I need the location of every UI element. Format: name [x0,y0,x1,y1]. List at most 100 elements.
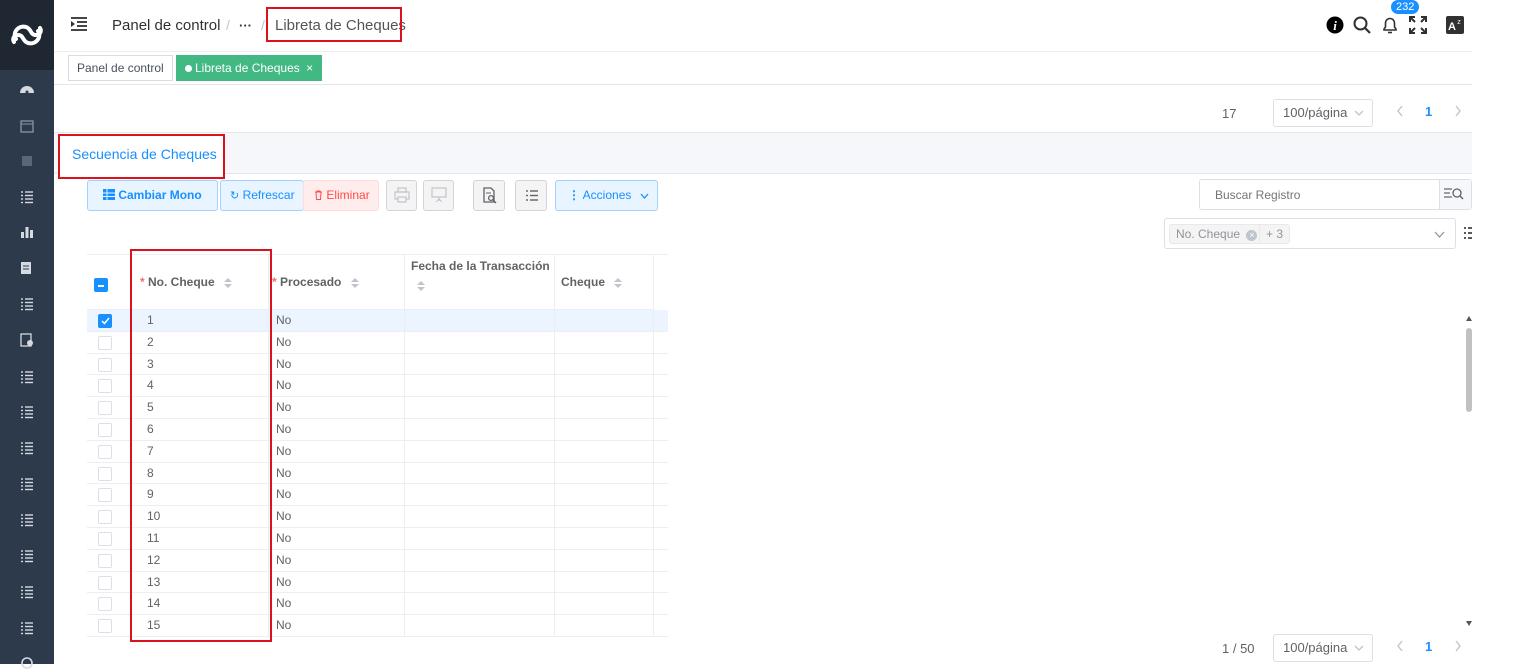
sort-icon[interactable] [614,277,623,289]
app-logo[interactable] [0,0,54,70]
note-icon[interactable] [19,153,35,169]
cell-fecha[interactable] [405,397,555,418]
row-checkbox[interactable] [98,423,112,437]
menu-toggle-icon[interactable] [70,16,88,32]
fullscreen-icon[interactable] [1409,16,1427,34]
row-checkbox[interactable] [98,575,112,590]
row-checkbox[interactable] [98,444,112,459]
cell-procesado[interactable]: No [269,331,405,353]
row-checkbox[interactable] [98,379,112,394]
chart-icon[interactable] [19,224,35,240]
cell-procesado[interactable]: No [269,419,405,440]
cell-procesado[interactable]: No [269,375,405,397]
cell-procesado[interactable]: No [269,310,405,331]
acciones-dropdown[interactable]: ⋮ Acciones [555,180,658,211]
cell-fecha[interactable] [405,484,555,506]
columns-list-icon[interactable] [1464,226,1472,240]
next-page-icon[interactable] [1454,105,1462,117]
cell-cheque[interactable] [555,462,654,484]
sort-icon[interactable] [417,280,425,292]
column-header-procesado[interactable]: * Procesado [269,255,405,310]
cell-cheque[interactable] [555,331,654,353]
search-input[interactable] [1200,180,1441,209]
cell-fecha[interactable] [405,506,555,527]
list-icon[interactable] [19,189,35,205]
cell-cheque[interactable] [555,397,654,418]
list-icon[interactable] [19,440,35,456]
search-button[interactable] [1439,180,1471,209]
list-icon[interactable] [19,548,35,564]
cell-procesado[interactable]: No [269,528,405,549]
cell-fecha[interactable] [405,419,555,440]
cell-cheque[interactable] [555,440,654,462]
row-checkbox[interactable] [98,466,112,481]
list-icon[interactable] [19,476,35,492]
cell-fecha[interactable] [405,310,555,331]
cell-procesado[interactable]: No [269,506,405,527]
list-view-button[interactable] [515,180,547,211]
breadcrumb-home[interactable]: Panel de control [112,17,220,34]
page-size-select[interactable]: 100/página [1273,634,1373,662]
cell-cheque[interactable] [555,310,654,331]
list-icon[interactable] [19,369,35,385]
row-checkbox[interactable] [98,553,112,568]
cell-cheque[interactable] [555,593,654,615]
sort-icon[interactable] [350,277,359,289]
delete-button[interactable]: Eliminar [303,180,379,211]
language-icon[interactable]: Az [1446,16,1464,34]
tag-libreta-de-cheques[interactable]: Libreta de Cheques × [176,55,323,81]
cell-cheque[interactable] [555,571,654,593]
cell-fecha[interactable] [405,353,555,375]
cell-procesado[interactable]: No [269,462,405,484]
current-page[interactable]: 1 [1425,639,1432,654]
chip-close-icon[interactable]: × [1246,230,1258,241]
list-icon[interactable] [19,584,35,600]
search-icon[interactable] [1353,16,1371,34]
list-icon[interactable] [19,296,35,312]
cell-fecha[interactable] [405,549,555,571]
prev-page-icon[interactable] [1396,640,1404,652]
cell-procesado[interactable]: No [269,353,405,375]
scroll-up-icon[interactable] [1466,316,1472,321]
cell-fecha[interactable] [405,331,555,353]
scroll-thumb[interactable] [1466,328,1472,412]
row-checkbox[interactable] [98,532,112,546]
cell-cheque[interactable] [555,484,654,506]
next-page-icon[interactable] [1454,640,1462,652]
print-button[interactable] [386,180,417,211]
cell-cheque[interactable] [555,375,654,397]
current-page[interactable]: 1 [1425,104,1432,119]
bell-icon[interactable] [1381,16,1399,34]
cell-procesado[interactable]: No [269,615,405,636]
column-selector[interactable]: No. Cheque × + 3 [1164,218,1456,249]
cell-cheque[interactable] [555,419,654,440]
column-header-fecha[interactable]: Fecha de la Transacción [405,255,555,310]
cell-fecha[interactable] [405,593,555,615]
cell-fecha[interactable] [405,528,555,549]
prev-page-icon[interactable] [1396,105,1404,117]
breadcrumb-more[interactable]: ··· [239,18,252,33]
list-icon[interactable] [19,404,35,420]
cambiar-mono-button[interactable]: Cambiar Mono [87,180,218,211]
cell-fecha[interactable] [405,615,555,636]
cell-procesado[interactable]: No [269,549,405,571]
row-checkbox[interactable] [98,619,112,634]
list-icon[interactable] [19,512,35,528]
cell-cheque[interactable] [555,549,654,571]
tag-panel-de-control[interactable]: Panel de control [68,55,173,81]
cell-fecha[interactable] [405,462,555,484]
presentation-button[interactable] [423,180,454,211]
row-checkbox[interactable] [98,357,112,372]
row-checkbox[interactable] [98,510,112,525]
cell-cheque[interactable] [555,615,654,636]
cell-fecha[interactable] [405,440,555,462]
document-edit-icon[interactable] [19,260,35,276]
cell-fecha[interactable] [405,375,555,397]
vertical-scrollbar[interactable] [1466,316,1472,626]
dashboard-icon[interactable] [19,81,35,97]
cell-procesado[interactable]: No [269,571,405,593]
row-checkbox[interactable] [98,488,112,503]
cell-procesado[interactable]: No [269,440,405,462]
report-icon[interactable] [19,332,35,348]
cell-cheque[interactable] [555,528,654,549]
